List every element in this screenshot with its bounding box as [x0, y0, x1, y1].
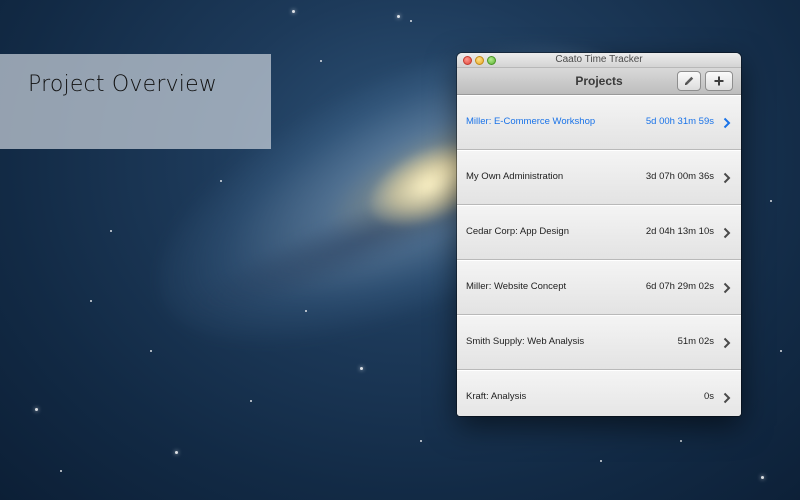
app-window: Caato Time Tracker Projects Miller: E-Co… — [457, 53, 741, 416]
star — [320, 60, 322, 62]
project-name: My Own Administration — [466, 171, 564, 182]
chevron-right-icon[interactable] — [723, 336, 731, 349]
star — [292, 10, 295, 13]
overview-caption-panel: Project Overview — [0, 54, 271, 149]
project-name: Cedar Corp: App Design — [466, 226, 569, 237]
chevron-right-icon[interactable] — [723, 391, 731, 404]
project-name: Miller: E-Commerce Workshop — [466, 116, 596, 127]
window-title: Caato Time Tracker — [555, 54, 643, 65]
project-list: Miller: E-Commerce Workshop 5d 00h 31m 5… — [457, 95, 741, 416]
chevron-right-icon[interactable] — [723, 116, 731, 129]
star — [680, 440, 682, 442]
add-project-button[interactable] — [705, 71, 733, 91]
overview-title: Project Overview — [28, 72, 218, 97]
project-row[interactable]: Kraft: Analysis 0s — [457, 370, 741, 416]
project-row[interactable]: Cedar Corp: App Design 2d 04h 13m 10s — [457, 205, 741, 260]
star — [397, 15, 400, 18]
project-time: 0s — [703, 391, 714, 402]
project-name: Smith Supply: Web Analysis — [466, 336, 585, 347]
edit-button[interactable] — [677, 71, 701, 91]
chevron-right-icon[interactable] — [723, 226, 731, 239]
pencil-icon — [683, 75, 695, 87]
star — [175, 451, 178, 454]
project-row[interactable]: Miller: Website Concept 6d 07h 29m 02s — [457, 260, 741, 315]
star — [410, 20, 412, 22]
star — [250, 400, 252, 402]
chevron-right-icon[interactable] — [723, 171, 731, 184]
plus-icon — [714, 76, 724, 86]
star — [35, 408, 38, 411]
title-bar[interactable]: Caato Time Tracker — [457, 53, 741, 68]
star — [360, 367, 363, 370]
project-name: Kraft: Analysis — [466, 391, 527, 402]
chevron-right-icon[interactable] — [723, 281, 731, 294]
project-time: 6d 07h 29m 02s — [645, 281, 714, 292]
star — [220, 180, 222, 182]
project-row[interactable]: Smith Supply: Web Analysis 51m 02s — [457, 315, 741, 370]
star — [110, 230, 112, 232]
star — [60, 470, 62, 472]
project-time: 3d 07h 00m 36s — [645, 171, 714, 182]
toolbar: Projects — [457, 68, 741, 95]
star — [90, 300, 92, 302]
star — [780, 350, 782, 352]
star — [420, 440, 422, 442]
project-time: 5d 00h 31m 59s — [645, 116, 714, 127]
star — [305, 310, 307, 312]
project-name: Miller: Website Concept — [466, 281, 567, 292]
project-row[interactable]: Miller: E-Commerce Workshop 5d 00h 31m 5… — [457, 95, 741, 150]
project-time: 51m 02s — [677, 336, 714, 347]
star — [761, 476, 764, 479]
star — [150, 350, 152, 352]
project-time: 2d 04h 13m 10s — [645, 226, 714, 237]
star — [600, 460, 602, 462]
project-row[interactable]: My Own Administration 3d 07h 00m 36s — [457, 150, 741, 205]
star — [770, 200, 772, 202]
